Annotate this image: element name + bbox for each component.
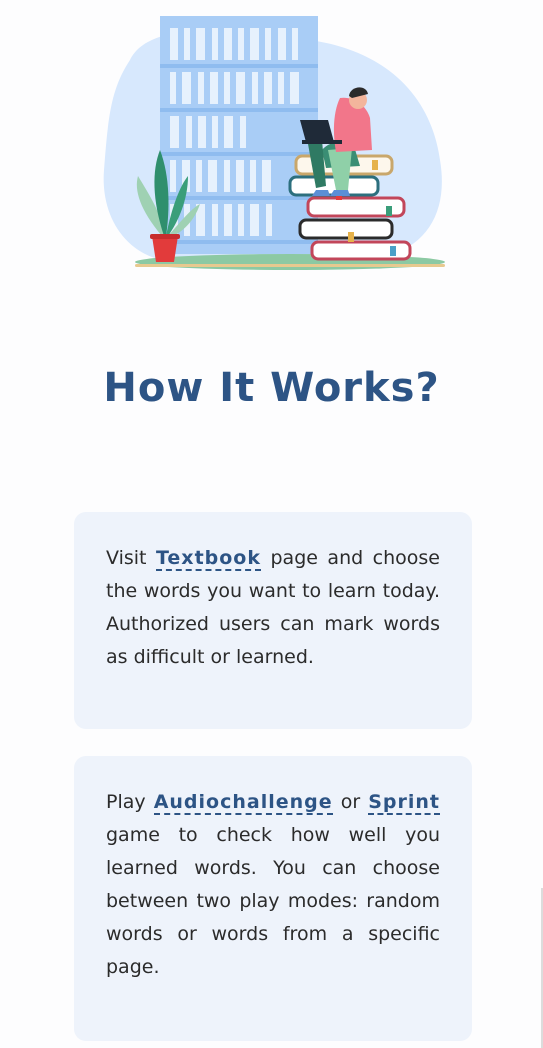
card-text-body: game to check how well you learned words… xyxy=(106,824,440,978)
hero-illustration xyxy=(103,16,445,270)
page-title: How It Works? xyxy=(103,365,440,411)
card-text-prefix: Play xyxy=(106,791,154,813)
textbook-link[interactable]: Textbook xyxy=(155,547,261,571)
card-text-middle: or xyxy=(332,791,369,813)
card-text-prefix: Visit xyxy=(106,547,156,569)
audiochallenge-link[interactable]: Audiochallenge xyxy=(153,791,333,815)
textbook-info-card: Visit Textbook page and choose the words… xyxy=(74,512,472,729)
sprint-link[interactable]: Sprint xyxy=(368,791,440,815)
games-info-card: Play Audiochallenge or Sprint game to ch… xyxy=(74,756,472,1041)
